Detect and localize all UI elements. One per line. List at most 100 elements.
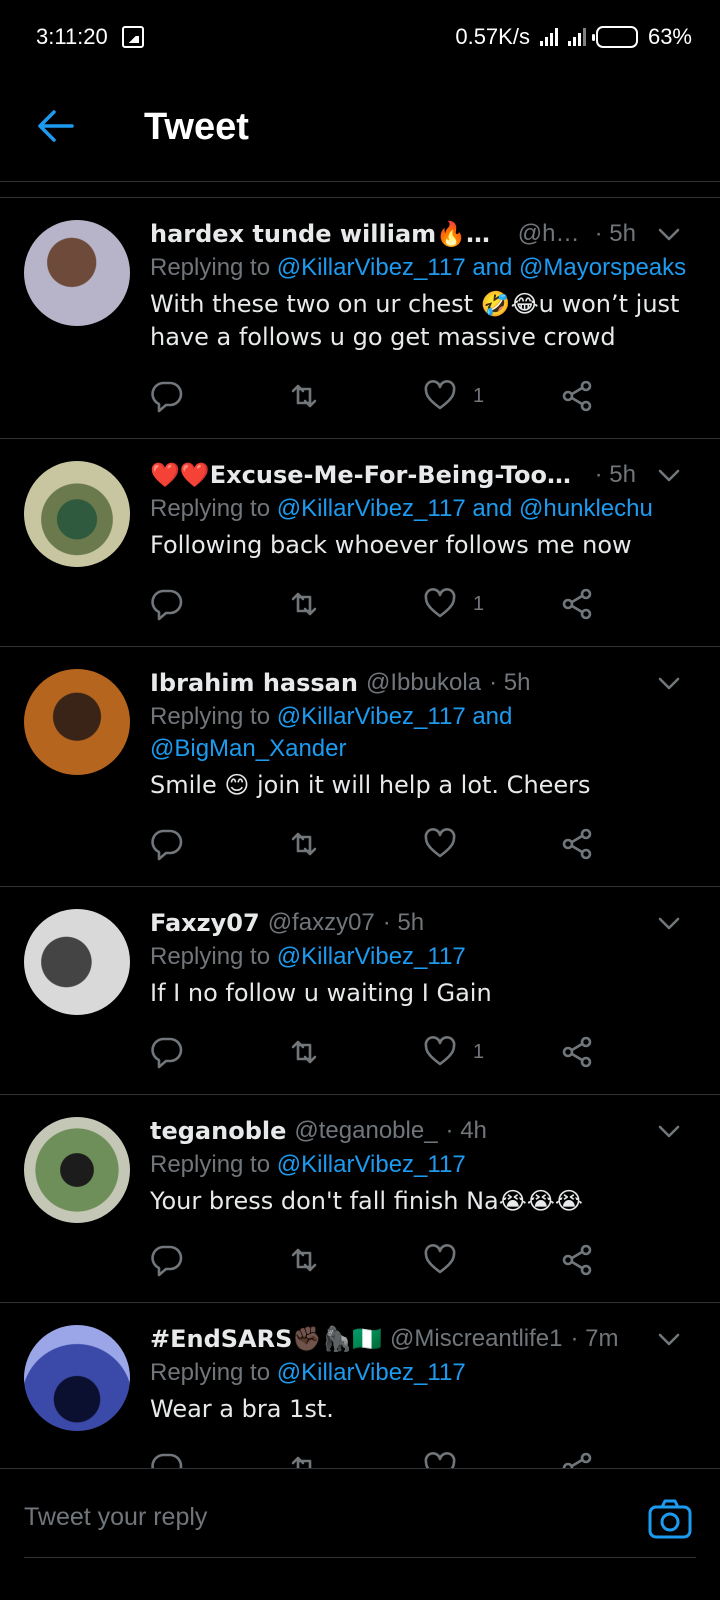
share-button[interactable] xyxy=(560,379,697,413)
reply-button[interactable] xyxy=(150,827,287,861)
tweet-header: hardex tunde william🔥🔥💗💔 @har... · 5h xyxy=(150,218,696,250)
timestamp: · 7m xyxy=(570,1325,619,1352)
tweet-actions: 1 xyxy=(150,584,696,624)
mention-link[interactable]: @KillarVibez_117 xyxy=(277,1151,466,1178)
share-button[interactable] xyxy=(560,1243,697,1277)
display-name[interactable]: teganoble xyxy=(150,1115,286,1147)
replying-to: Replying to @KillarVibez_117 and @hunkle… xyxy=(150,493,696,525)
mention-link[interactable]: @KillarVibez_117 and @Mayorspeaks xyxy=(277,254,686,281)
chevron-down-icon[interactable] xyxy=(658,469,680,483)
tweet-reply[interactable]: Ibrahim hassan @Ibbukola · 5h Replying t… xyxy=(0,647,720,887)
tweet-header: ❤️❤️Excuse-Me-For-Being-Too-Soci... · 5h xyxy=(150,459,696,491)
share-icon xyxy=(562,1244,591,1276)
retweet-button[interactable] xyxy=(287,379,424,413)
tweet-actions xyxy=(150,1240,696,1280)
heart-icon xyxy=(424,380,456,410)
replying-to-label: Replying to xyxy=(150,1359,277,1386)
heart-icon xyxy=(424,828,456,858)
arrow-left-icon[interactable] xyxy=(36,108,76,144)
display-name[interactable]: ❤️❤️Excuse-Me-For-Being-Too-Soci... xyxy=(150,459,579,491)
reply-button[interactable] xyxy=(150,379,287,413)
chevron-down-icon[interactable] xyxy=(658,677,680,691)
camera-icon[interactable] xyxy=(648,1499,692,1539)
mention-link[interactable]: @KillarVibez_117 and @hunklechu xyxy=(277,495,653,522)
replying-to: Replying to @KillarVibez_117 and @Mayors… xyxy=(150,252,696,284)
reply-button[interactable] xyxy=(150,1243,287,1277)
status-left: 3:11:20 xyxy=(36,24,144,50)
replying-to-label: Replying to xyxy=(150,495,277,522)
display-name[interactable]: Ibrahim hassan xyxy=(150,667,358,699)
timestamp: · 5h xyxy=(594,461,636,488)
retweet-icon xyxy=(291,1248,316,1272)
share-icon xyxy=(562,380,591,412)
replying-to-label: Replying to xyxy=(150,1151,277,1178)
timestamp: · 5h xyxy=(594,220,636,247)
share-button[interactable] xyxy=(560,827,697,861)
chevron-down-icon[interactable] xyxy=(658,1125,680,1139)
reply-button[interactable] xyxy=(150,587,287,621)
share-button[interactable] xyxy=(560,1035,697,1069)
retweet-button[interactable] xyxy=(287,827,424,861)
tweet-header: Ibrahim hassan @Ibbukola · 5h xyxy=(150,667,696,699)
mention-link[interactable]: @KillarVibez_117 xyxy=(277,1359,466,1386)
replying-to: Replying to @KillarVibez_117 xyxy=(150,1149,696,1181)
retweet-button[interactable] xyxy=(287,587,424,621)
like-count: 1 xyxy=(473,592,485,615)
heart-icon xyxy=(424,1244,456,1274)
reply-icon xyxy=(151,829,183,861)
reply-icon xyxy=(151,1037,183,1069)
tweet-actions: 1 xyxy=(150,1032,696,1072)
retweet-icon xyxy=(291,1040,316,1064)
tweet-reply[interactable]: Faxzy07 @faxzy07 · 5h Replying to @Killa… xyxy=(0,887,720,1095)
battery-percent: 63% xyxy=(647,24,692,49)
chevron-down-icon[interactable] xyxy=(658,917,680,931)
heart-icon xyxy=(424,588,456,618)
retweet-icon xyxy=(291,592,316,616)
tweet-reply[interactable]: ❤️❤️Excuse-Me-For-Being-Too-Soci... · 5h… xyxy=(0,439,720,647)
mention-link[interactable]: @KillarVibez_117 xyxy=(277,943,466,970)
tweet-actions: 1 xyxy=(150,376,696,416)
share-icon xyxy=(562,828,591,860)
like-button[interactable]: 1 xyxy=(423,587,560,621)
tweet-reply[interactable]: teganoble @teganoble_ · 4h Replying to @… xyxy=(0,1095,720,1303)
signal-2-icon xyxy=(567,28,586,46)
tweet-reply[interactable]: hardex tunde william🔥🔥💗💔 @har... · 5h Re… xyxy=(0,198,720,439)
replying-to-label: Replying to xyxy=(150,943,277,970)
avatar[interactable] xyxy=(24,220,130,326)
avatar[interactable] xyxy=(24,909,130,1015)
status-right: 0.57K/s 63% xyxy=(455,24,692,50)
retweet-button[interactable] xyxy=(287,1035,424,1069)
reply-icon xyxy=(151,1245,183,1277)
tweet-text: Your bress don't fall finish Na😭😭😭 xyxy=(150,1187,583,1215)
status-bar: 3:11:20 0.57K/s 63% xyxy=(0,0,720,72)
replying-to: Replying to @KillarVibez_117 xyxy=(150,941,696,973)
reply-button[interactable] xyxy=(150,1035,287,1069)
chevron-down-icon[interactable] xyxy=(658,1333,680,1347)
share-button[interactable] xyxy=(560,587,697,621)
retweet-button[interactable] xyxy=(287,1243,424,1277)
top-app-bar: Tweet xyxy=(0,72,720,182)
clock: 3:11:20 xyxy=(36,24,108,49)
signal-icon xyxy=(539,28,558,46)
like-button[interactable]: 1 xyxy=(423,1035,560,1069)
tweet-text: Smile 😊 join it will help a lot. Cheers xyxy=(150,771,591,799)
avatar[interactable] xyxy=(24,461,130,567)
replies-list[interactable]: hardex tunde william🔥🔥💗💔 @har... · 5h Re… xyxy=(0,198,720,1500)
image-notification-icon xyxy=(121,26,144,48)
like-button[interactable]: 1 xyxy=(423,379,560,413)
reply-input[interactable]: Tweet your reply xyxy=(24,1503,207,1532)
display-name[interactable]: #EndSARS✊🏿🦍🇳🇬 xyxy=(150,1323,382,1355)
avatar[interactable] xyxy=(24,1325,130,1431)
display-name[interactable]: Faxzy07 xyxy=(150,907,260,939)
like-button[interactable] xyxy=(423,1243,560,1277)
avatar[interactable] xyxy=(24,1117,130,1223)
like-button[interactable] xyxy=(423,827,560,861)
display-name[interactable]: hardex tunde william🔥🔥💗💔 xyxy=(150,218,510,250)
chevron-down-icon[interactable] xyxy=(658,228,680,242)
avatar[interactable] xyxy=(24,669,130,775)
replying-to: Replying to @KillarVibez_117 and @BigMan… xyxy=(150,701,696,765)
tweet-text: Wear a bra 1st. xyxy=(150,1395,334,1423)
user-handle: @teganoble_ xyxy=(294,1117,438,1144)
tweet-header: Faxzy07 @faxzy07 · 5h xyxy=(150,907,696,939)
reply-icon xyxy=(151,589,183,621)
